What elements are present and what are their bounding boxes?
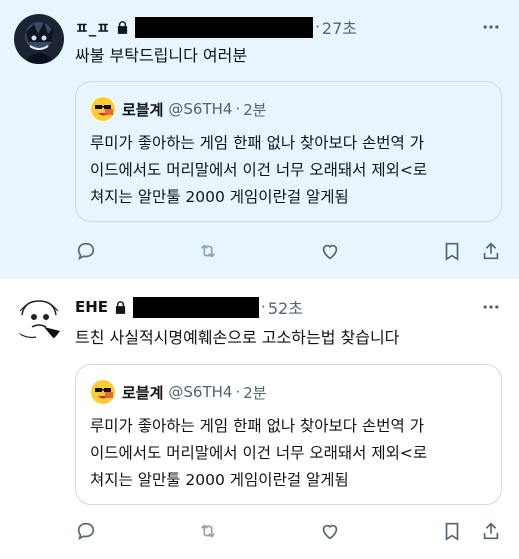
author-name[interactable]: EHE: [75, 298, 108, 316]
reply-icon[interactable]: [75, 240, 97, 262]
quoted-header: 로블계 @S6TH4 · 2분: [90, 379, 267, 405]
separator: ·: [235, 100, 241, 118]
like-icon[interactable]: [319, 240, 341, 262]
like-icon[interactable]: [319, 520, 341, 542]
quoted-text-line: 쳐지는 알만툴 2000 게임이란걸 알게됨: [90, 188, 349, 206]
lock-icon: [118, 20, 128, 34]
post-1[interactable]: ㅍ_ㅍ · 27초 싸불 부탁드립니다 여러분 로블계 @S6TH4 · 2분 …: [0, 0, 519, 279]
separator: ·: [261, 298, 266, 316]
sketch-character-avatar-icon: [14, 293, 64, 343]
quoted-author-name: 로블계: [122, 383, 164, 402]
avatar[interactable]: [14, 293, 64, 343]
bookmark-icon[interactable]: [441, 520, 463, 542]
quoted-text-line: 쳐지는 알만툴 2000 게임이란걸 알게됨: [90, 471, 349, 489]
more-options-icon[interactable]: [481, 297, 501, 317]
separator: ·: [315, 18, 320, 36]
redacted-handle: [135, 16, 314, 38]
quoted-text: 루미가 좋아하는 게임 한패 없나 찾아보다 손번역 가 이드에서도 머리말에서…: [90, 413, 495, 494]
post-text: 싸불 부탁드립니다 여러분: [75, 46, 248, 65]
quoted-text: 루미가 좋아하는 게임 한패 없나 찾아보다 손번역 가 이드에서도 머리말에서…: [90, 130, 495, 211]
post-time[interactable]: 52초: [268, 295, 303, 319]
redacted-handle: [133, 296, 260, 318]
emoji-face-avatar-icon: [90, 96, 116, 122]
action-bar: [75, 520, 505, 544]
post-header: ㅍ_ㅍ · 27초: [75, 15, 357, 39]
quoted-post[interactable]: 로블계 @S6TH4 · 2분 루미가 좋아하는 게임 한패 없나 찾아보다 손…: [75, 81, 502, 222]
post-2[interactable]: EHE · 52초 트친 사실적시명예훼손으로 고소하는법 찾습니다 로블계 @…: [0, 279, 519, 559]
author-name[interactable]: ㅍ_ㅍ: [75, 17, 110, 38]
dark-character-avatar-icon: [14, 14, 64, 64]
repost-icon[interactable]: [197, 240, 219, 262]
quoted-handle: @S6TH4: [168, 100, 233, 118]
quoted-text-line: 루미가 좋아하는 게임 한패 없나 찾아보다 손번역 가: [90, 134, 424, 152]
quoted-text-line: 이드에서도 머리말에서 이건 너무 오래돼서 제외<로: [90, 444, 428, 462]
post-time[interactable]: 27초: [322, 15, 357, 39]
separator: ·: [235, 383, 241, 401]
action-bar: [75, 240, 505, 264]
emoji-face-avatar-icon: [90, 379, 116, 405]
quoted-handle: @S6TH4: [168, 383, 233, 401]
quoted-time: 2분: [243, 100, 267, 119]
quoted-avatar: [90, 379, 116, 405]
repost-icon[interactable]: [197, 520, 219, 542]
lock-icon: [115, 300, 126, 314]
quoted-time: 2분: [243, 383, 267, 402]
avatar[interactable]: [14, 14, 64, 64]
more-options-icon[interactable]: [481, 17, 501, 37]
reply-icon[interactable]: [75, 520, 97, 542]
quoted-avatar: [90, 96, 116, 122]
quoted-text-line: 루미가 좋아하는 게임 한패 없나 찾아보다 손번역 가: [90, 417, 424, 435]
post-header: EHE · 52초: [75, 295, 303, 319]
quoted-author-name: 로블계: [122, 100, 164, 119]
quoted-text-line: 이드에서도 머리말에서 이건 너무 오래돼서 제외<로: [90, 161, 428, 179]
bookmark-icon[interactable]: [441, 240, 463, 262]
quoted-post[interactable]: 로블계 @S6TH4 · 2분 루미가 좋아하는 게임 한패 없나 찾아보다 손…: [75, 364, 502, 505]
share-icon[interactable]: [480, 240, 502, 262]
share-icon[interactable]: [480, 520, 502, 542]
post-text: 트친 사실적시명예훼손으로 고소하는법 찾습니다: [75, 328, 400, 347]
quoted-header: 로블계 @S6TH4 · 2분: [90, 96, 267, 122]
